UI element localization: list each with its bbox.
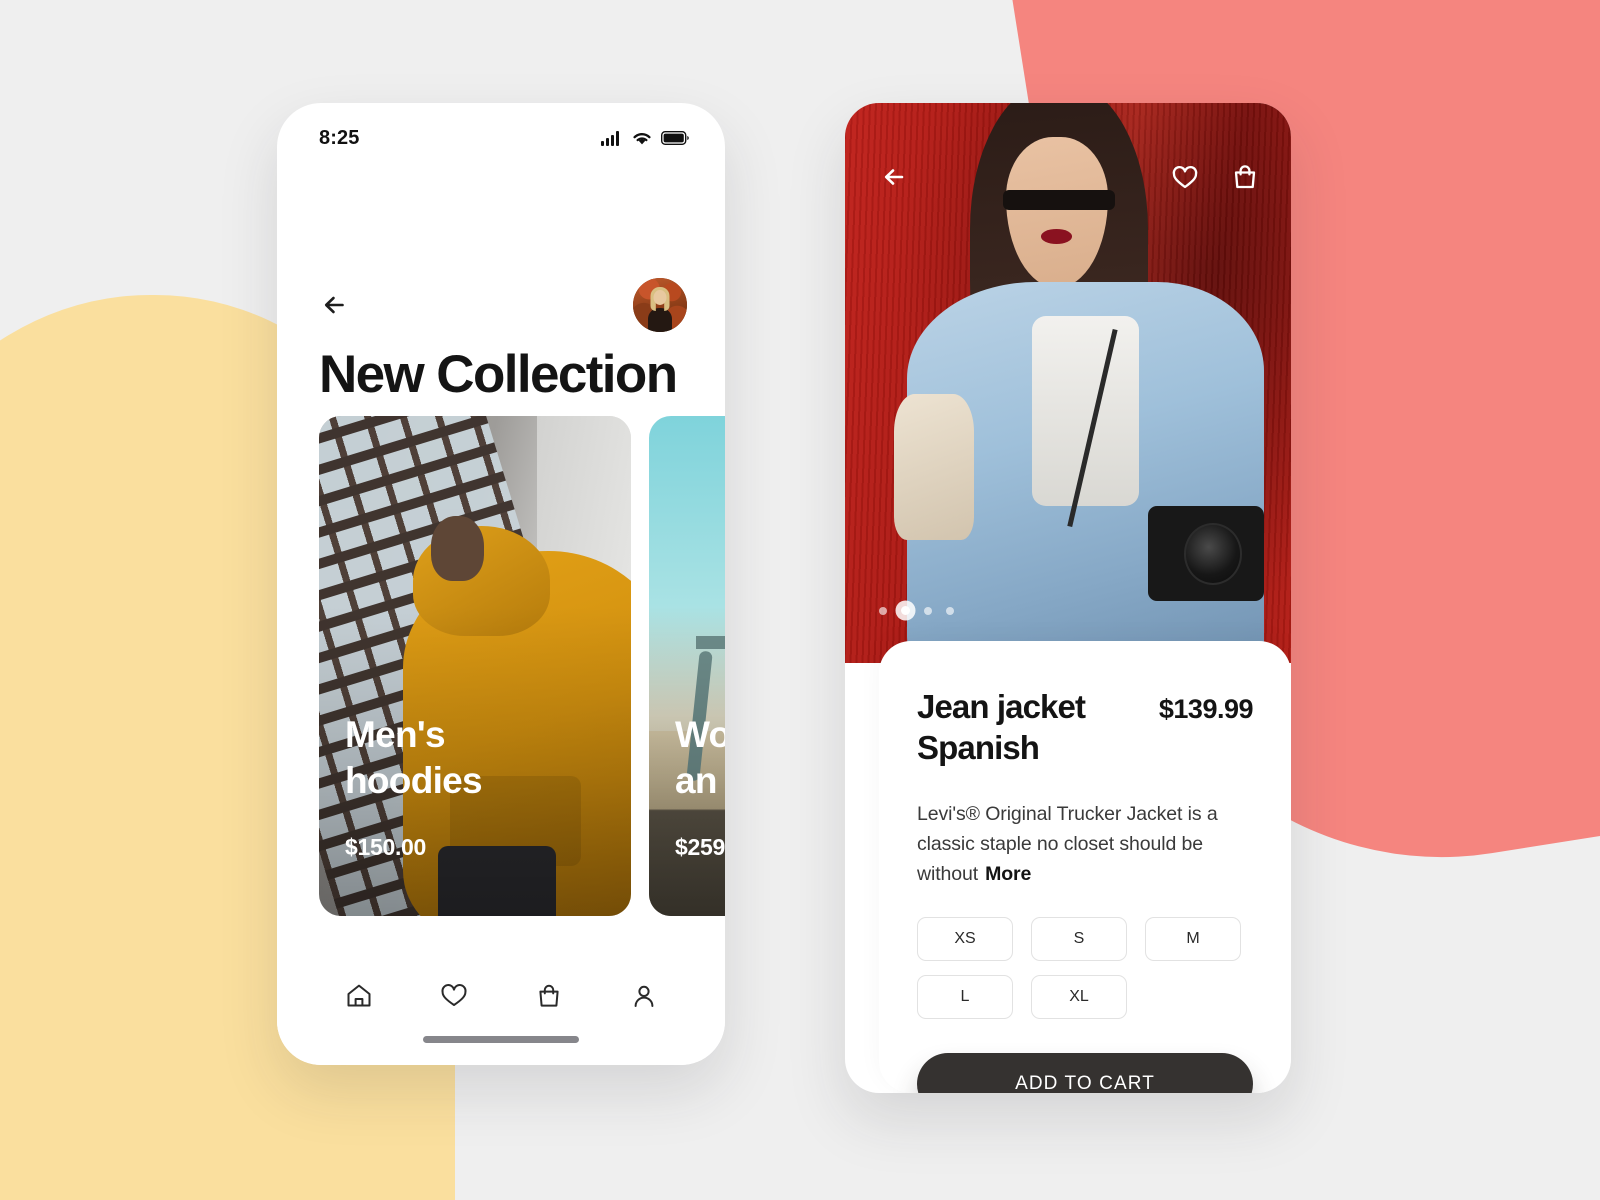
product-detail-sheet: Jean jacket Spanish $139.99 Levi's® Orig… [879,641,1291,1093]
product-description: Levi's® Original Trucker Jacket is a cla… [917,799,1253,890]
more-link[interactable]: More [985,863,1031,885]
product-card-title: Wo an [675,713,725,801]
camera-lens [1183,523,1242,585]
app-mockup-canvas: 8:25 New Collection Men's hoodies $150.0… [0,0,1600,1200]
add-to-cart-button[interactable]: ADD TO CART [917,1053,1253,1093]
product-description-text: Levi's® Original Trucker Jacket is a cla… [917,802,1218,886]
heart-icon [440,984,467,1006]
heart-icon[interactable] [1169,161,1201,193]
bag-icon [538,984,559,1007]
avatar-body [648,308,672,332]
size-option-m[interactable]: M [1145,917,1241,962]
product-card[interactable]: Men's hoodies $150.00 [319,416,631,916]
model-lips [1041,229,1073,244]
size-option-l[interactable]: L [917,975,1013,1020]
back-arrow-icon[interactable] [319,288,353,322]
avatar-head [653,290,667,305]
size-option-s[interactable]: S [1031,917,1127,962]
status-icons [601,130,689,146]
carousel-pagination [879,606,954,615]
phone-screen-new-collection: 8:25 New Collection Men's hoodies $150.0… [277,103,725,1065]
product-header: Jean jacket Spanish $139.99 [917,687,1254,769]
navigation-bar [277,273,725,337]
hero-navigation-bar [845,161,1291,193]
size-option-xs[interactable]: XS [917,917,1013,962]
carousel-dot[interactable] [946,606,954,615]
wifi-icon [633,132,651,144]
nav-item-home[interactable] [334,971,384,1021]
model-head [431,516,485,581]
nav-item-profile[interactable] [619,971,669,1021]
model-bag [894,394,975,540]
battery-full-icon [661,131,689,145]
status-time: 8:25 [319,126,360,149]
carousel-dot-active[interactable] [901,606,910,615]
status-bar: 8:25 [277,103,725,159]
nav-item-cart[interactable] [524,971,574,1021]
product-card-title: Men's hoodies [345,713,483,801]
bottom-navigation-bar [277,953,725,1065]
model-shirt [1032,315,1140,507]
nav-item-favorites[interactable] [429,971,479,1021]
home-indicator[interactable] [423,1036,579,1043]
product-card-price: $150.00 [345,834,427,860]
product-card-price: $259 [675,834,725,860]
home-icon [347,984,370,1007]
carousel-dot[interactable] [924,606,932,615]
carousel-dot[interactable] [879,606,887,615]
product-card[interactable]: Wo an $259 [649,416,725,916]
product-price: $139.99 [1158,694,1254,724]
cellular-signal-icon [601,130,619,146]
phone-screen-product-detail: Jean jacket Spanish $139.99 Levi's® Orig… [845,103,1291,1093]
size-option-xl[interactable]: XL [1031,975,1127,1020]
bag-icon[interactable] [1229,161,1261,193]
back-arrow-icon[interactable] [879,161,911,193]
avatar[interactable] [633,278,687,332]
person-icon [634,985,653,1007]
page-title: New Collection [319,345,678,404]
product-name: Jean jacket Spanish [917,688,1086,766]
hero-action-buttons [1169,161,1261,193]
size-selector: XS S M L XL [917,917,1253,1020]
product-hero-image[interactable] [845,103,1291,663]
